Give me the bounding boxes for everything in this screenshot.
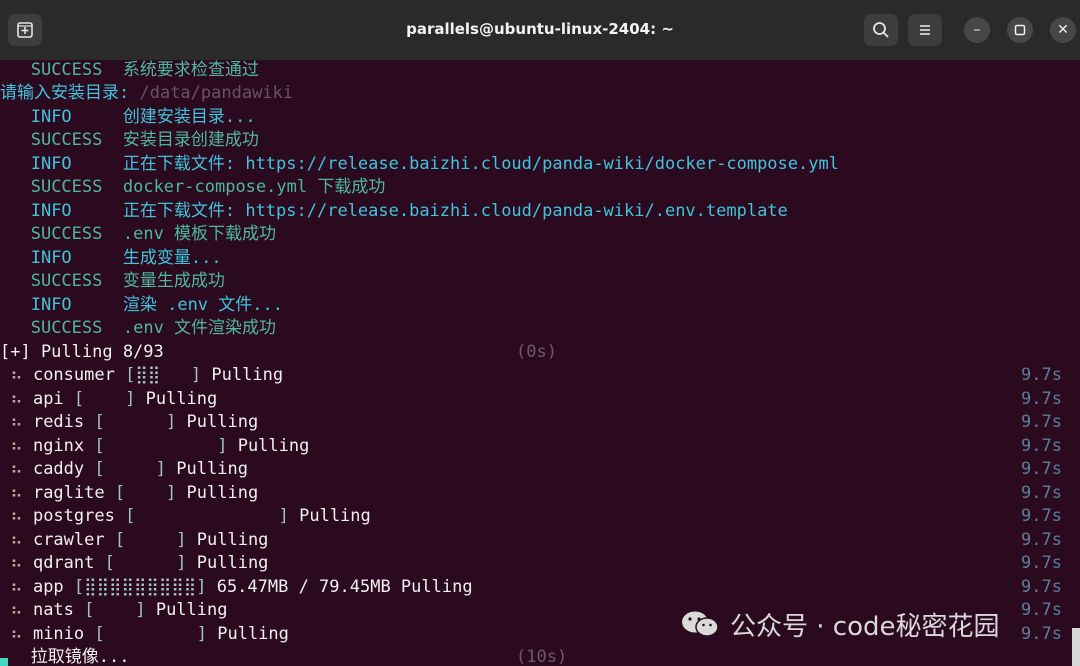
pull-footer: 拉取镜像... (30, 647, 130, 666)
spinner-icon: ⠦ (10, 600, 23, 620)
pull-item-time: 9.7s (1021, 577, 1062, 597)
log-line: INFO 生成变量... (30, 248, 222, 268)
pull-item-time: 9.7s (1021, 436, 1062, 456)
pull-item: ⠦ crawler [ ] Pulling (10, 530, 269, 550)
close-button[interactable]: ✕ (1050, 17, 1076, 43)
pulling-elapsed: (0s) (516, 342, 557, 362)
log-line: SUCCESS .env 文件渲染成功 (30, 318, 277, 338)
scrollbar-edge[interactable] (1072, 628, 1080, 666)
log-line: INFO 正在下载文件: https://release.baizhi.clou… (30, 154, 839, 174)
log-line: SUCCESS 变量生成成功 (30, 271, 225, 291)
pull-footer-elapsed: (10s) (516, 647, 568, 666)
spinner-icon: ⠦ (10, 412, 23, 432)
watermark-text: 公众号 · code秘密花园 (730, 611, 1000, 642)
terminal-output[interactable]: SUCCESS 系统要求检查通过 请输入安装目录: /data/pandawik… (0, 60, 1080, 666)
install-dir-prompt: 请输入安装目录: /data/pandawiki (0, 83, 294, 103)
spinner-icon: ⠦ (10, 436, 23, 456)
spinner-icon: ⠦ (10, 365, 23, 385)
log-line: SUCCESS 安装目录创建成功 (30, 130, 259, 150)
pull-item: ⠦ nats [ ] Pulling (10, 600, 228, 620)
pull-item-time: 9.7s (1021, 365, 1062, 385)
pull-item-time: 9.7s (1021, 483, 1062, 503)
wechat-icon (682, 611, 719, 637)
pull-item: ⠦ caddy [ ] Pulling (10, 459, 248, 479)
maximize-button[interactable] (1007, 17, 1033, 43)
log-line: SUCCESS docker-compose.yml 下载成功 (30, 177, 386, 197)
maximize-icon (1014, 24, 1026, 36)
log-line: INFO 创建安装目录... (30, 107, 256, 127)
pull-item: ⠦ minio [ ] Pulling (10, 624, 289, 644)
pull-item: ⠦ redis [ ] Pulling (10, 412, 259, 432)
spinner-icon: ⠦ (10, 506, 23, 526)
pull-item-time: 9.7s (1021, 459, 1062, 479)
menu-button[interactable] (908, 14, 942, 46)
spinner-icon: ⠦ (10, 577, 23, 597)
pull-item-time: 9.7s (1021, 506, 1062, 526)
log-line: INFO 渲染 .env 文件... (30, 295, 283, 315)
log-line: SUCCESS .env 模板下载成功 (30, 224, 277, 244)
spinner-icon: ⠦ (10, 459, 23, 479)
pull-item: ⠦ app [⣿⣿⣿⣿⣿⣿⣿⣿⣿] 65.47MB / 79.45MB Pull… (10, 577, 473, 597)
spinner-icon: ⠦ (10, 483, 23, 503)
minimize-button[interactable]: – (964, 17, 990, 43)
watermark: 公众号 · code秘密花园 (680, 604, 1000, 644)
search-button[interactable] (864, 14, 898, 46)
pull-item: ⠦ qdrant [ ] Pulling (10, 553, 269, 573)
terminal-cursor (0, 658, 8, 666)
pulling-header: [+] Pulling 8/93 (0, 342, 164, 362)
install-dir-placeholder: /data/pandawiki (139, 83, 294, 103)
pull-item-time: 9.7s (1021, 389, 1062, 409)
pull-item: ⠦ postgres [ ] Pulling (10, 506, 371, 526)
window-titlebar: parallels@ubuntu-linux-2404: ~ – ✕ (0, 0, 1080, 61)
spinner-icon: ⠦ (10, 530, 23, 550)
spinner-icon: ⠦ (10, 624, 23, 644)
pull-item-time: 9.7s (1021, 600, 1062, 620)
pull-item: ⠦ raglite [ ] Pulling (10, 483, 259, 503)
pull-item: ⠦ consumer [⣿⣿ ] Pulling (10, 365, 284, 385)
pull-item: ⠦ api [ ] Pulling (10, 389, 218, 409)
hamburger-menu-icon (920, 25, 930, 35)
pull-item-time: 9.7s (1021, 553, 1062, 573)
spinner-icon: ⠦ (10, 389, 23, 409)
close-icon: ✕ (1057, 22, 1069, 38)
pull-item-time: 9.7s (1021, 624, 1062, 644)
pull-item-time: 9.7s (1021, 530, 1062, 550)
minimize-icon: – (973, 22, 981, 38)
log-line: INFO 正在下载文件: https://release.baizhi.clou… (30, 201, 788, 221)
pull-item-time: 9.7s (1021, 412, 1062, 432)
spinner-icon: ⠦ (10, 553, 23, 573)
log-line: SUCCESS 系统要求检查通过 (30, 60, 259, 80)
pull-item: ⠦ nginx [ ] Pulling (10, 436, 310, 456)
search-icon (873, 22, 889, 38)
